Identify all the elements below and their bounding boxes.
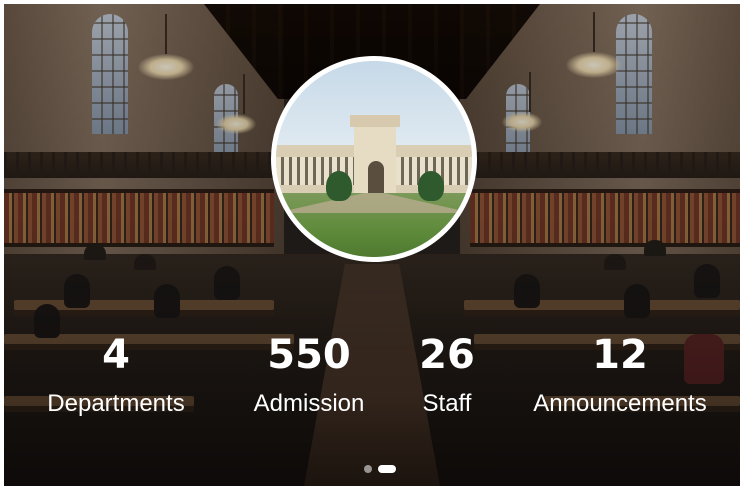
carousel-pager [364,465,396,473]
stat-value: 26 [419,332,475,378]
stat-admission[interactable]: 550 Admission [236,332,382,418]
stat-value: 12 [592,332,648,378]
stat-departments[interactable]: 4 Departments [26,332,206,418]
campus-avatar-image [271,56,477,262]
stat-label: Admission [253,390,365,417]
stat-value: 4 [102,332,130,378]
stat-value: 550 [267,332,351,378]
pager-dot-1[interactable] [364,465,372,473]
stat-label: Announcements [533,390,707,417]
stat-staff[interactable]: 26 Staff [402,332,492,418]
stat-label: Departments [47,390,185,417]
hero-card: 4 Departments 550 Admission 26 Staff 12 … [4,4,740,486]
pager-dot-2-active[interactable] [378,465,396,473]
stat-label: Staff [422,390,472,417]
stat-announcements[interactable]: 12 Announcements [512,332,728,418]
